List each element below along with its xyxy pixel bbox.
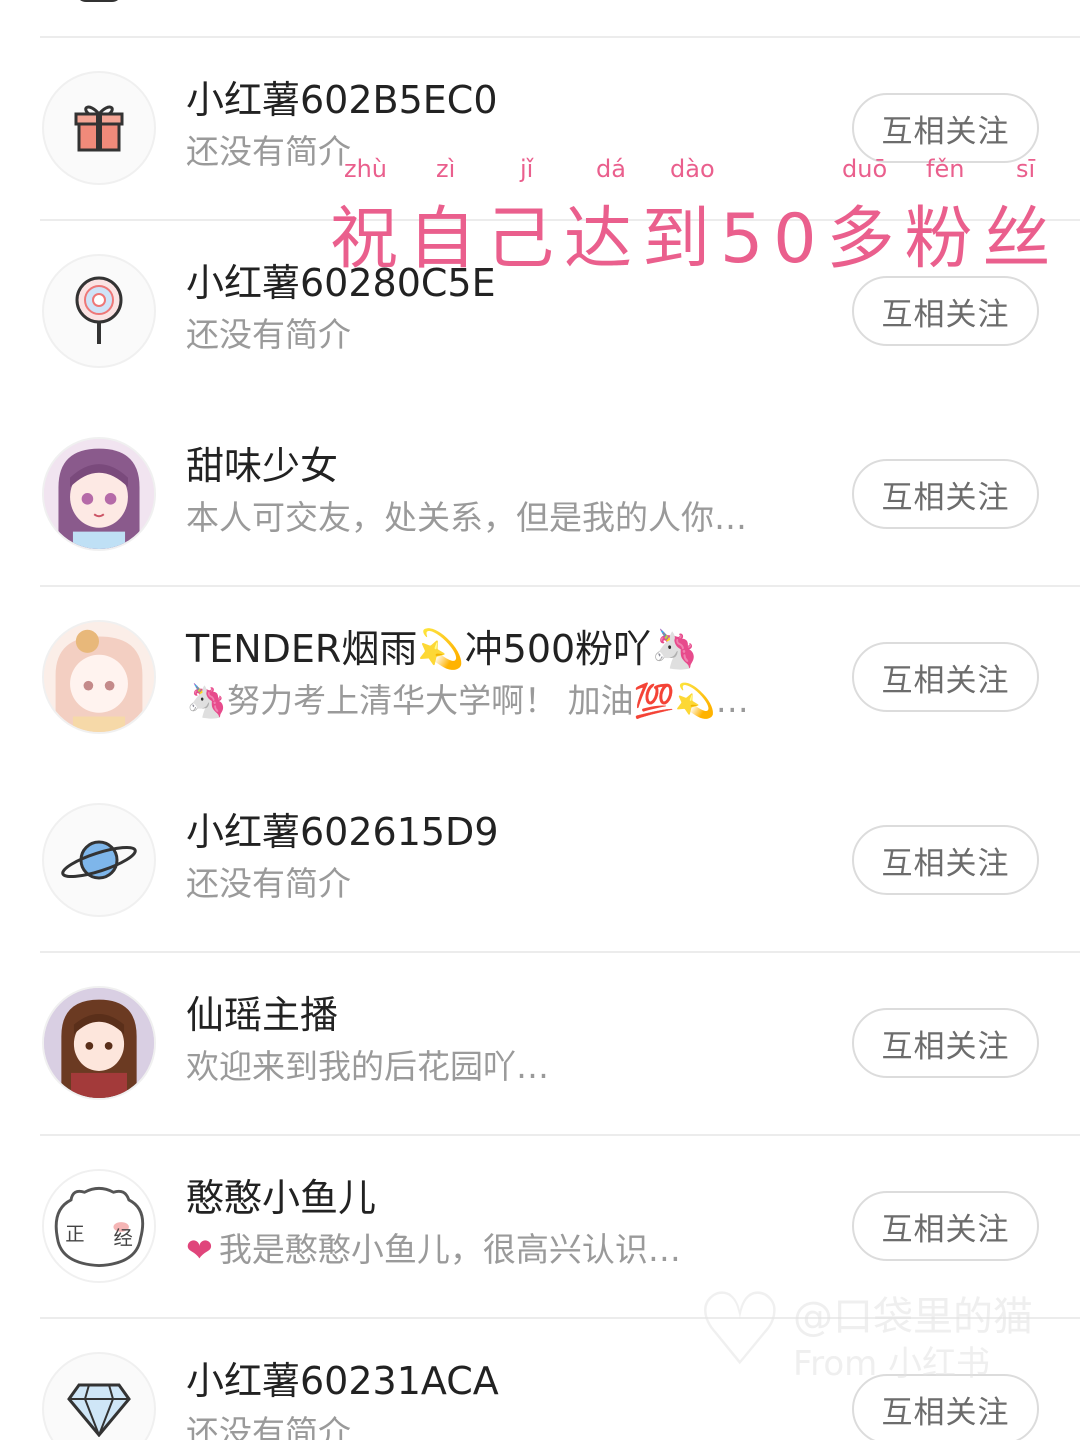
caption-text: 祝自己达到50多粉丝 bbox=[330, 200, 1061, 279]
anime-girl-avatar bbox=[44, 622, 154, 732]
watermark-author: @口袋里的猫 bbox=[793, 1294, 1033, 1340]
mutual-follow-button[interactable]: 互相关注 bbox=[852, 276, 1039, 346]
svg-text:正: 正 bbox=[65, 1222, 84, 1245]
mutual-follow-button[interactable]: 互相关注 bbox=[852, 1008, 1039, 1078]
list-item[interactable]: 甜味少女 本人可交友，处关系，但是我的人你… 互相关注 bbox=[0, 402, 1080, 585]
avatar[interactable] bbox=[42, 437, 156, 551]
user-name[interactable]: 仙瑶主播 bbox=[186, 991, 338, 1039]
avatar[interactable] bbox=[42, 254, 156, 368]
mutual-follow-button[interactable]: 互相关注 bbox=[852, 642, 1039, 712]
divider bbox=[40, 585, 1080, 587]
heart-icon: ♡ bbox=[695, 1271, 785, 1388]
pinyin-row: zhù zì jǐ dá dào duō fěn sī bbox=[330, 155, 1070, 185]
mutual-follow-button[interactable]: 互相关注 bbox=[852, 825, 1039, 895]
pinyin: zì bbox=[436, 155, 456, 183]
divider bbox=[40, 951, 1080, 953]
gift-icon bbox=[74, 105, 124, 152]
avatar[interactable]: 正 经 bbox=[42, 1169, 156, 1283]
previous-item-icon bbox=[76, 0, 122, 2]
avatar[interactable] bbox=[42, 71, 156, 185]
user-bio: 本人可交友，处关系，但是我的人你… bbox=[186, 498, 747, 537]
pinyin: duō bbox=[842, 155, 888, 183]
user-bio: 🦄努力考上清华大学啊！ 加油💯💫… bbox=[186, 681, 749, 720]
watermark: ♡ @口袋里的猫 From 小红书 bbox=[695, 1271, 1055, 1388]
mutual-follow-button[interactable]: 互相关注 bbox=[852, 459, 1039, 529]
divider bbox=[40, 36, 1080, 38]
user-bio: 还没有简介 bbox=[186, 1413, 351, 1440]
user-name[interactable]: 小红薯60231ACA bbox=[186, 1357, 499, 1405]
heart-icon: ❤ bbox=[186, 1231, 213, 1269]
pinyin: sī bbox=[1016, 155, 1036, 183]
avatar[interactable] bbox=[42, 803, 156, 917]
pinyin: dào bbox=[670, 155, 715, 183]
user-bio-text: 我是憨憨小鱼儿，很高兴认识… bbox=[218, 1230, 681, 1269]
lollipop-icon bbox=[75, 276, 123, 344]
watermark-source: From 小红书 bbox=[793, 1344, 991, 1384]
planet-icon bbox=[61, 840, 137, 880]
divider bbox=[40, 1134, 1080, 1136]
avatar[interactable] bbox=[42, 986, 156, 1100]
user-bio: 还没有简介 bbox=[186, 132, 351, 171]
user-name[interactable]: 憨憨小鱼儿 bbox=[186, 1174, 376, 1222]
pinyin: jǐ bbox=[520, 155, 534, 183]
pinyin: dá bbox=[596, 155, 626, 183]
anime-girl-avatar bbox=[44, 988, 154, 1098]
list-item[interactable]: TENDER烟雨💫冲500粉吖🦄 🦄努力考上清华大学啊！ 加油💯💫… 互相关注 bbox=[0, 585, 1080, 768]
avatar[interactable] bbox=[42, 620, 156, 734]
svg-text:经: 经 bbox=[113, 1226, 132, 1249]
user-name[interactable]: TENDER烟雨💫冲500粉吖🦄 bbox=[186, 625, 698, 673]
user-name[interactable]: 小红薯602615D9 bbox=[186, 808, 499, 856]
user-bio: 欢迎来到我的后花园吖… bbox=[186, 1047, 549, 1086]
mutual-follow-button[interactable]: 互相关注 bbox=[852, 93, 1039, 163]
user-bio: 还没有简介 bbox=[186, 864, 351, 903]
diamond-icon bbox=[67, 1383, 131, 1437]
avatar[interactable] bbox=[42, 1352, 156, 1440]
user-bio: ❤ 我是憨憨小鱼儿，很高兴认识… bbox=[186, 1228, 681, 1272]
pinyin: fěn bbox=[926, 155, 965, 183]
user-bio: 还没有简介 bbox=[186, 315, 351, 354]
list-item[interactable]: 仙瑶主播 欢迎来到我的后花园吖… 互相关注 bbox=[0, 951, 1080, 1134]
caption-overlay: zhù zì jǐ dá dào duō fěn sī 祝自己达到50多粉丝 bbox=[330, 155, 1070, 279]
pinyin: zhù bbox=[344, 155, 388, 183]
bear-sketch-avatar: 正 经 bbox=[44, 1171, 154, 1281]
list-item[interactable]: 小红薯602615D9 还没有简介 互相关注 bbox=[0, 768, 1080, 951]
user-name[interactable]: 小红薯602B5EC0 bbox=[186, 76, 498, 124]
user-name[interactable]: 甜味少女 bbox=[186, 442, 338, 490]
mutual-follow-button[interactable]: 互相关注 bbox=[852, 1191, 1039, 1261]
anime-girl-avatar bbox=[44, 439, 154, 549]
